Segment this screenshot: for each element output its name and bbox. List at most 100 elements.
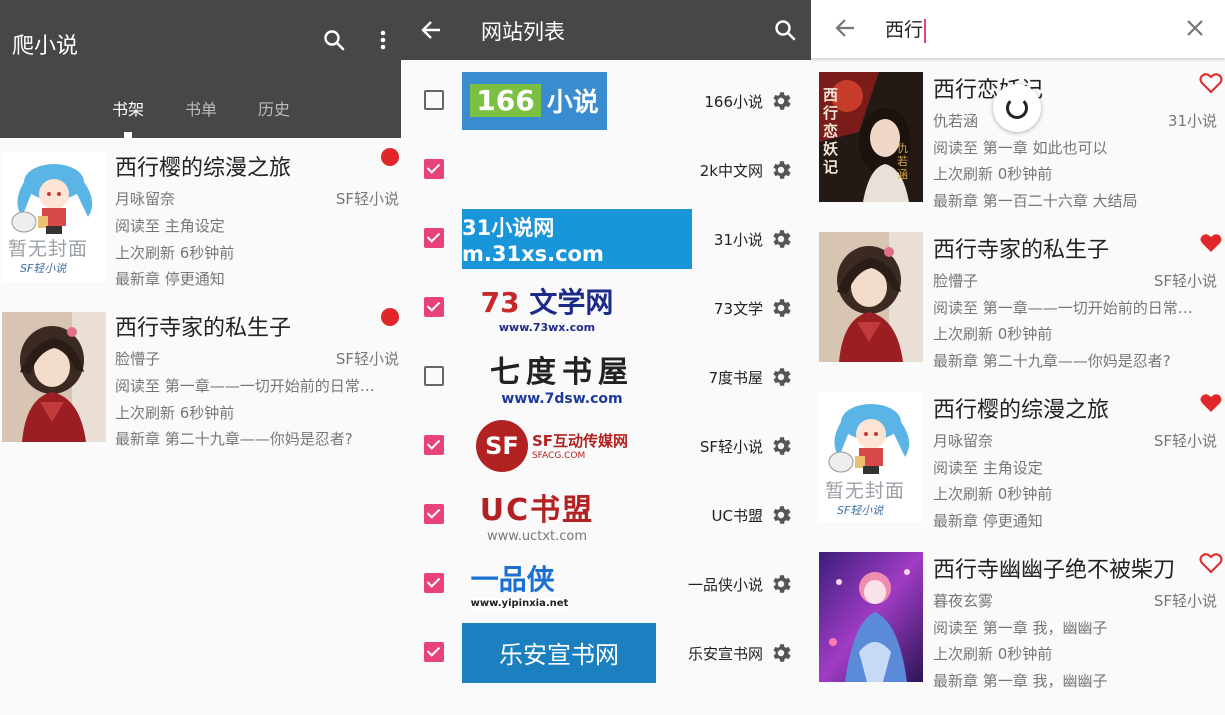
book-refresh: 上次刷新 0秒钟前 bbox=[933, 645, 1053, 663]
book-cover bbox=[819, 232, 923, 362]
gear-icon[interactable] bbox=[769, 158, 793, 182]
book-title: 西行寺幽幽子绝不被柴刀 bbox=[933, 558, 1176, 583]
book-title: 西行寺家的私生子 bbox=[933, 238, 1110, 263]
gear-icon[interactable] bbox=[769, 296, 793, 320]
site-name: 7度书屋 bbox=[708, 369, 763, 387]
cover-brand: SF轻小说 bbox=[20, 262, 67, 275]
book-title: 西行寺家的私生子 bbox=[115, 316, 292, 341]
book-read-to: 阅读至 第一章——一切开始前的日常… bbox=[115, 377, 375, 395]
gear-icon[interactable] bbox=[769, 572, 793, 596]
search-icon[interactable] bbox=[771, 16, 799, 44]
book-refresh: 上次刷新 0秒钟前 bbox=[933, 485, 1053, 503]
tab-history[interactable]: 历史 bbox=[258, 96, 290, 120]
site-list-title: 网站列表 bbox=[481, 20, 565, 44]
checkbox-checked[interactable] bbox=[424, 297, 444, 317]
book-title: 西行樱的综漫之旅 bbox=[933, 398, 1110, 423]
site-logo: 73 文学网 www.73wx.com bbox=[480, 286, 614, 334]
cover-author: 仇若涵 bbox=[897, 142, 908, 181]
gear-icon[interactable] bbox=[769, 89, 793, 113]
tab-bookshelf[interactable]: 书架 bbox=[112, 96, 144, 120]
favorite-filled-icon[interactable] bbox=[1199, 392, 1223, 414]
search-result-item[interactable]: 暂无封面 SF轻小说 西行樱的综漫之旅 月咏留奈 SF轻小说 阅读至 主角设定 … bbox=[811, 390, 1225, 550]
site-logo: 七度书屋 www.7dsw.com bbox=[490, 354, 634, 407]
site-name: 73文学 bbox=[713, 300, 763, 318]
more-options-icon[interactable] bbox=[369, 26, 397, 54]
book-read-to: 阅读至 第一章 如此也可以 bbox=[933, 139, 1108, 157]
book-refresh: 上次刷新 6秒钟前 bbox=[115, 404, 235, 422]
site-row[interactable]: 166 小说 166小说 bbox=[401, 68, 811, 137]
checkbox-checked[interactable] bbox=[424, 228, 444, 248]
gear-icon[interactable] bbox=[769, 227, 793, 251]
book-author: 月咏留奈 bbox=[115, 190, 176, 208]
book-source: SF轻小说 bbox=[1153, 272, 1217, 290]
book-cover: 暂无封面 SF轻小说 bbox=[2, 152, 106, 282]
site-row[interactable]: 31小说网 m.31xs.com 31小说 bbox=[401, 206, 811, 275]
book-cover: 西行恋妖记 仇若涵 bbox=[819, 72, 923, 202]
gear-icon[interactable] bbox=[769, 434, 793, 458]
site-row[interactable]: UC书盟 www.uctxt.com UC书盟 bbox=[401, 482, 811, 551]
book-refresh: 上次刷新 0秒钟前 bbox=[933, 325, 1053, 343]
favorite-outline-icon[interactable] bbox=[1199, 72, 1223, 94]
book-source: SF轻小说 bbox=[1153, 592, 1217, 610]
site-logo: 一品侠 www.yipinxia.net bbox=[470, 563, 569, 609]
checkbox-checked[interactable] bbox=[424, 573, 444, 593]
checkbox-unchecked[interactable] bbox=[424, 366, 444, 386]
site-name: 一品侠小说 bbox=[687, 576, 763, 594]
checkbox-checked[interactable] bbox=[424, 642, 444, 662]
favorite-filled-icon[interactable] bbox=[1199, 232, 1223, 254]
site-row[interactable]: 七度书屋 www.7dsw.com 7度书屋 bbox=[401, 344, 811, 413]
favorite-outline-icon[interactable] bbox=[1199, 552, 1223, 574]
book-item[interactable]: 西行寺家的私生子 脸懵子 SF轻小说 阅读至 第一章——一切开始前的日常… 上次… bbox=[0, 308, 401, 468]
gear-icon[interactable] bbox=[769, 503, 793, 527]
close-icon[interactable] bbox=[1181, 14, 1209, 42]
site-row[interactable]: 乐安宣书网 乐安宣书网 bbox=[401, 620, 811, 689]
checkbox-checked[interactable] bbox=[424, 435, 444, 455]
gear-icon[interactable] bbox=[769, 641, 793, 665]
site-name: 31小说 bbox=[713, 231, 763, 249]
checkbox-unchecked[interactable] bbox=[424, 90, 444, 110]
cover-placeholder-text: 暂无封面 bbox=[825, 480, 906, 502]
book-read-to: 阅读至 第一章 我，幽幽子 bbox=[933, 619, 1108, 637]
site-row[interactable]: 一品侠 www.yipinxia.net 一品侠小说 bbox=[401, 551, 811, 620]
site-row[interactable]: SF SF互动传媒网 SFACG.COM SF轻小说 bbox=[401, 413, 811, 482]
cover-title: 西行恋妖记 bbox=[823, 86, 839, 176]
site-name: 166小说 bbox=[704, 93, 763, 111]
site-name: 乐安宣书网 bbox=[687, 645, 763, 663]
book-cover bbox=[819, 552, 923, 682]
back-arrow-icon[interactable] bbox=[417, 16, 445, 44]
site-logo: 31小说网 m.31xs.com bbox=[462, 208, 692, 269]
tab-indicator bbox=[124, 132, 132, 138]
bookshelf-screen: 爬小说 书架 书单 历史 暂无封面 SF轻小说 西行樱的综漫之旅 月咏留奈 SF… bbox=[0, 0, 401, 715]
site-row[interactable]: 73 文学网 www.73wx.com 73文学 bbox=[401, 275, 811, 344]
search-bar: 西行 bbox=[811, 0, 1225, 58]
search-query-text: 西行 bbox=[885, 19, 924, 41]
tab-booklist[interactable]: 书单 bbox=[185, 96, 217, 120]
gear-icon[interactable] bbox=[769, 365, 793, 389]
search-result-item[interactable]: 西行寺家的私生子 脸懵子 SF轻小说 阅读至 第一章——一切开始前的日常… 上次… bbox=[811, 230, 1225, 390]
site-name: UC书盟 bbox=[711, 507, 763, 525]
search-icon[interactable] bbox=[320, 26, 348, 54]
book-author: 暮夜玄雾 bbox=[933, 592, 994, 610]
book-author: 月咏留奈 bbox=[933, 432, 994, 450]
loading-spinner bbox=[993, 84, 1041, 132]
app-title: 爬小说 bbox=[12, 34, 79, 59]
search-input[interactable]: 西行 bbox=[885, 15, 927, 43]
back-arrow-icon[interactable] bbox=[831, 14, 859, 42]
book-title: 西行樱的综漫之旅 bbox=[115, 156, 292, 181]
book-cover: 暂无封面 SF轻小说 bbox=[819, 392, 923, 522]
search-screen: 西行 西行恋妖记 仇若涵 西行恋妖记 仇若涵 31小说 阅读至 第一章 如此也可… bbox=[811, 0, 1225, 715]
book-cover bbox=[2, 312, 106, 442]
cover-placeholder-text: 暂无封面 bbox=[8, 238, 89, 260]
book-item[interactable]: 暂无封面 SF轻小说 西行樱的综漫之旅 月咏留奈 SF轻小说 阅读至 主角设定 … bbox=[0, 148, 401, 308]
site-row[interactable]: 2k中文网 bbox=[401, 137, 811, 206]
site-list-screen: 网站列表 166 小说 166小说 2k中文网 31小说网 m.31xs.com 31小说… bbox=[401, 0, 811, 715]
checkbox-checked[interactable] bbox=[424, 504, 444, 524]
site-name: 2k中文网 bbox=[699, 162, 763, 180]
site-name: SF轻小说 bbox=[699, 438, 763, 456]
cover-brand: SF轻小说 bbox=[837, 504, 884, 517]
book-source: SF轻小说 bbox=[1153, 432, 1217, 450]
book-latest: 最新章 第一章 我，幽幽子 bbox=[933, 672, 1108, 690]
site-logo: UC书盟 www.uctxt.com bbox=[479, 493, 595, 544]
search-result-item[interactable]: 西行寺幽幽子绝不被柴刀 暮夜玄雾 SF轻小说 阅读至 第一章 我，幽幽子 上次刷… bbox=[811, 550, 1225, 710]
checkbox-checked[interactable] bbox=[424, 159, 444, 179]
